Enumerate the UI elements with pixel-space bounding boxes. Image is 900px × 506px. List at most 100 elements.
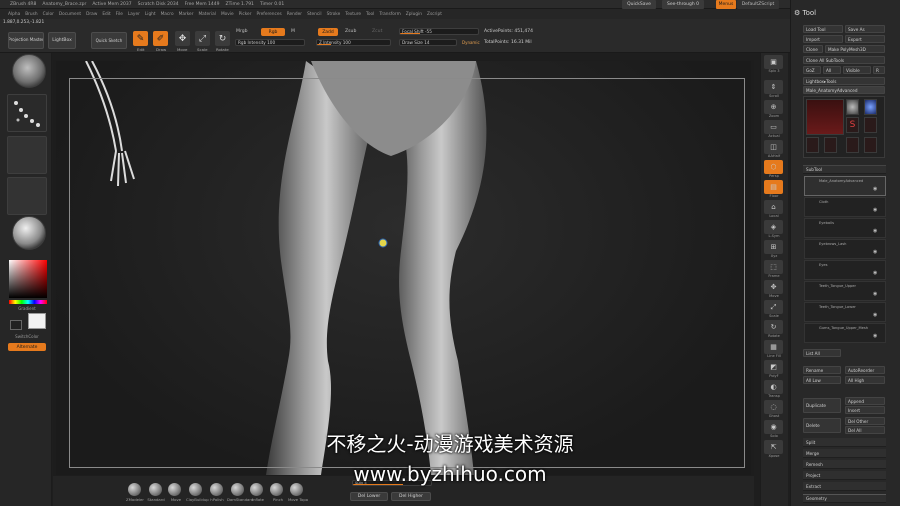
focal-shift-slider[interactable]: Focal Shift -55 xyxy=(399,28,479,35)
subtool-header[interactable]: SubTool xyxy=(803,165,886,174)
menu-item-color[interactable]: Color xyxy=(43,12,54,17)
xyz-icon[interactable]: ⊞ xyxy=(764,240,783,254)
geometry-section[interactable]: Geometry xyxy=(803,494,886,503)
menu-item-marker[interactable]: Marker xyxy=(179,12,194,17)
menu-item-alpha[interactable]: Alpha xyxy=(8,12,20,17)
menu-item-zscript[interactable]: Zscript xyxy=(427,12,442,17)
menu-item-draw[interactable]: Draw xyxy=(86,12,97,17)
tool-thumb-main[interactable] xyxy=(806,99,844,135)
hue-strip[interactable] xyxy=(9,300,47,304)
line-fill-icon[interactable]: ▦ xyxy=(764,340,783,354)
subtool-item[interactable]: Eyes ◉ xyxy=(804,260,886,280)
solo-icon[interactable]: ◉ xyxy=(764,420,783,434)
projection-master-button[interactable]: Projection Master xyxy=(8,32,44,49)
quick-sketch-button[interactable]: Quick Sketch xyxy=(91,32,127,49)
secondary-color-swatch[interactable] xyxy=(10,320,22,330)
brush-selector[interactable] xyxy=(12,54,46,88)
menu-item-preferences[interactable]: Preferences xyxy=(256,12,281,17)
tool-thumb-star[interactable] xyxy=(864,117,877,133)
zcut-toggle[interactable]: Zcut xyxy=(372,29,382,34)
eye-icon[interactable]: ◉ xyxy=(873,312,877,318)
main-color-swatch[interactable] xyxy=(28,313,46,329)
ghost-icon[interactable]: ◌ xyxy=(764,400,783,414)
eye-icon[interactable]: ◉ xyxy=(873,207,877,213)
save-as-button[interactable]: Save As xyxy=(845,25,885,33)
zsub-toggle[interactable]: Zsub xyxy=(345,29,356,34)
l-sym-icon[interactable]: ◈ xyxy=(764,220,783,234)
tool-thumb-5[interactable] xyxy=(824,137,837,153)
subtool-item[interactable]: Teeth_Tongue_Lower ◉ xyxy=(804,302,886,322)
edit-icon[interactable]: ✎ xyxy=(133,31,148,46)
menu-item-file[interactable]: File xyxy=(116,12,123,17)
clone-button[interactable]: Clone xyxy=(803,45,823,53)
see-through-slider[interactable]: See-through 0 xyxy=(662,0,704,9)
persp-icon[interactable]: ⬡ xyxy=(764,160,783,174)
menu-item-material[interactable]: Material xyxy=(198,12,215,17)
eye-icon[interactable]: ◉ xyxy=(873,270,877,276)
zadd-toggle[interactable]: Zadd xyxy=(318,28,338,36)
eye-icon[interactable]: ◉ xyxy=(873,291,877,297)
menu-item-brush[interactable]: Brush xyxy=(25,12,37,17)
menu-item-picker[interactable]: Picker xyxy=(239,12,252,17)
split-section[interactable]: Split xyxy=(803,438,886,447)
xpose-icon[interactable]: ⇱ xyxy=(764,440,783,454)
transp-icon[interactable]: ◐ xyxy=(764,380,783,394)
switch-color-label[interactable]: SwitchColor xyxy=(4,334,50,339)
menus-toggle[interactable]: Menus xyxy=(716,0,736,9)
dynamic-toggle[interactable]: Dynamic xyxy=(462,40,480,45)
current-tool-name[interactable]: Male_AnatomyAdvanced xyxy=(803,86,885,94)
delete-button[interactable]: Delete xyxy=(803,418,841,433)
rotate-icon[interactable]: ↻ xyxy=(764,320,783,334)
import-button[interactable]: Import xyxy=(803,35,843,43)
menu-item-render[interactable]: Render xyxy=(287,12,302,17)
move-icon[interactable]: ✥ xyxy=(175,31,190,46)
tool-thumb-6[interactable] xyxy=(846,137,859,153)
subtool-item[interactable]: Eyebrows_Lash ◉ xyxy=(804,239,886,259)
del-other-button[interactable]: Del Other xyxy=(845,417,885,425)
lightbox-button[interactable]: LightBox xyxy=(48,32,76,49)
duplicate-button[interactable]: Duplicate xyxy=(803,398,841,413)
draw-size-slider[interactable]: Draw Size 14 xyxy=(399,39,457,46)
subtool-item[interactable]: Teeth_Tongue_Upper ◉ xyxy=(804,281,886,301)
all-high-button[interactable]: All High xyxy=(845,376,885,384)
rotate-icon[interactable]: ↻ xyxy=(215,31,230,46)
menu-item-zplugin[interactable]: Zplugin xyxy=(406,12,422,17)
menu-item-transform[interactable]: Transform xyxy=(379,12,400,17)
visible-button[interactable]: Visible xyxy=(843,66,871,74)
eye-icon[interactable]: ◉ xyxy=(873,186,877,192)
eye-icon[interactable]: ◉ xyxy=(873,333,877,339)
menu-item-layer[interactable]: Layer xyxy=(128,12,140,17)
all-button[interactable]: All xyxy=(823,66,841,74)
alternate-button[interactable]: Alternate xyxy=(8,343,46,351)
project-section[interactable]: Project xyxy=(803,471,886,480)
list-all-button[interactable]: List All xyxy=(803,349,841,357)
scale-icon[interactable]: ⤢ xyxy=(195,31,210,46)
tool-thumb-7[interactable] xyxy=(864,137,877,153)
clone-all-subtools-button[interactable]: Clone All SubTools xyxy=(803,56,885,64)
remesh-section[interactable]: Remesh xyxy=(803,460,886,469)
extract-section[interactable]: Extract xyxy=(803,482,886,491)
menu-item-tool[interactable]: Tool xyxy=(366,12,374,17)
insert-button[interactable]: Insert xyxy=(845,406,885,414)
tool-thumb-s[interactable]: S xyxy=(846,117,859,133)
spix-3-icon[interactable]: ▣ xyxy=(764,55,783,69)
menu-item-light[interactable]: Light xyxy=(145,12,156,17)
subtool-item[interactable]: Eyeballs ◉ xyxy=(804,218,886,238)
autoreorder-button[interactable]: AutoReorder xyxy=(845,366,885,374)
viewport-canvas[interactable] xyxy=(56,61,751,475)
del-all-button[interactable]: Del All xyxy=(845,426,885,434)
menu-item-movie[interactable]: Movie xyxy=(221,12,234,17)
scroll-icon[interactable]: ⇕ xyxy=(764,80,783,94)
color-picker[interactable] xyxy=(9,260,47,298)
material-selector[interactable] xyxy=(12,216,46,250)
texture-selector[interactable] xyxy=(7,177,47,215)
menu-item-stroke[interactable]: Stroke xyxy=(327,12,341,17)
subtool-item[interactable]: Male_AnatomyAdvanced ◉ xyxy=(804,176,886,196)
move-icon[interactable]: ✥ xyxy=(764,280,783,294)
floor-icon[interactable]: ▤ xyxy=(764,180,783,194)
menu-item-macro[interactable]: Macro xyxy=(161,12,174,17)
actual-icon[interactable]: ▭ xyxy=(764,120,783,134)
eye-icon[interactable]: ◉ xyxy=(873,228,877,234)
draw-icon[interactable]: ✐ xyxy=(153,31,168,46)
menu-item-texture[interactable]: Texture xyxy=(345,12,361,17)
